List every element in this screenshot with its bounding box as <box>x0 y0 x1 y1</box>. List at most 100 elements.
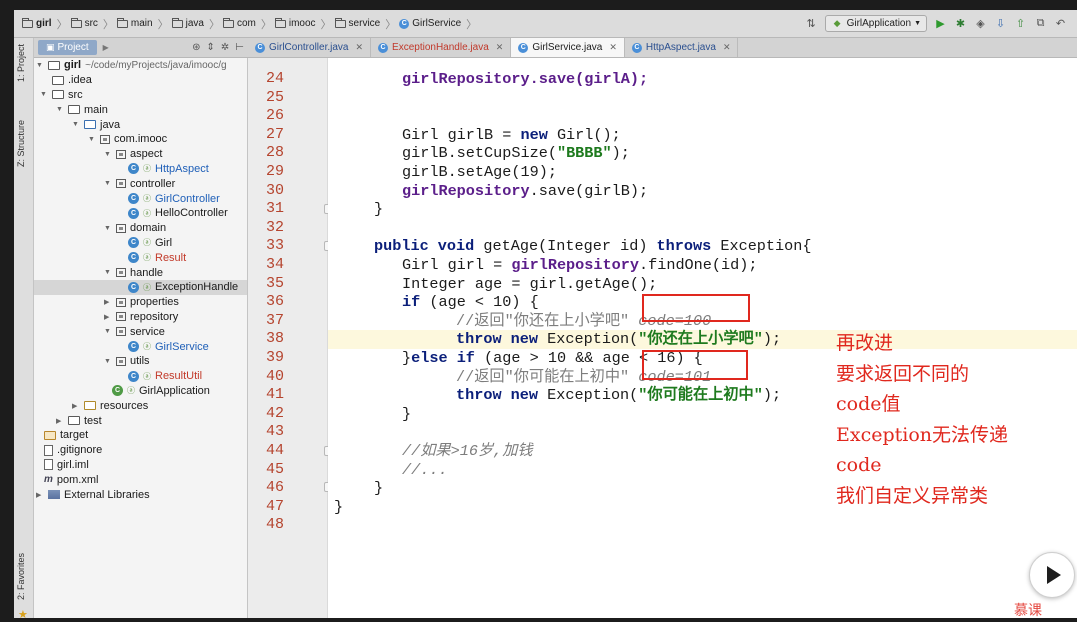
close-icon[interactable]: ✕ <box>496 42 504 53</box>
project-tool-tab[interactable]: 1: Project <box>16 44 26 82</box>
class-icon: C <box>518 42 529 53</box>
hide-icon[interactable]: ⊢ <box>235 42 244 53</box>
tree-item-com-imooc[interactable]: ▼ com.imooc <box>88 132 167 147</box>
code-line-35: Integer age = girl.getAge(); <box>402 274 658 293</box>
breadcrumb-item-main[interactable]: main <box>116 17 153 29</box>
tree-item-target[interactable]: target <box>44 428 88 443</box>
breadcrumb-item-java[interactable]: java <box>171 17 204 29</box>
lock-icon: ⓐ <box>143 208 151 218</box>
tree-item-resources[interactable]: ▶ resources <box>72 398 148 413</box>
line-number: 28 <box>266 144 285 162</box>
module-file-icon <box>44 459 53 471</box>
package-icon <box>222 17 234 28</box>
line-number: 42 <box>266 404 285 422</box>
breadcrumb-item-girlservice[interactable]: C GirlService <box>399 18 461 29</box>
annotation-line: 再改进 <box>836 332 894 354</box>
tree-item-utils[interactable]: ▼ utils <box>104 354 150 369</box>
coverage-icon[interactable]: ◈ <box>974 17 987 30</box>
code-line-38: throw new Exception("你还在上小学吧"); <box>456 330 782 349</box>
build-icon[interactable]: ⇅ <box>805 17 818 30</box>
annotation-line: code <box>836 454 882 477</box>
line-number: 45 <box>266 460 285 478</box>
vcs-commit-icon[interactable]: ⇧ <box>1014 17 1027 30</box>
project-view-select[interactable]: ▣ Project <box>38 40 97 55</box>
tree-item-main[interactable]: ▼ main <box>56 102 108 117</box>
tree-item-controller[interactable]: ▼ controller <box>104 176 175 191</box>
sync-icon[interactable]: ⊛ <box>192 42 200 53</box>
breadcrumb-item-com[interactable]: com <box>222 17 256 29</box>
package-icon <box>116 297 126 307</box>
project-panel-header: ▣ Project ▶ ⊛ ⇕ ✲ ⊢ <box>34 38 248 58</box>
folder-icon <box>171 17 183 28</box>
tree-item-aspect[interactable]: ▼ aspect <box>104 147 162 162</box>
vcs-compare-icon[interactable]: ⧉ <box>1034 17 1047 30</box>
debug-icon[interactable]: ✱ <box>954 17 967 30</box>
line-number: 39 <box>266 349 285 366</box>
tree-item-resultutil[interactable]: Cⓐ ResultUtil <box>128 369 202 384</box>
package-icon <box>274 17 286 28</box>
resources-folder-icon <box>84 401 96 411</box>
video-play-button[interactable] <box>1029 552 1075 598</box>
breadcrumb-item-src[interactable]: src <box>70 17 98 29</box>
lock-icon: ⓐ <box>143 194 151 204</box>
run-config-select[interactable]: ◆ GirlApplication ▼ <box>824 15 927 32</box>
lock-icon: ⓐ <box>143 282 151 292</box>
tree-item-girlcontroller[interactable]: Cⓐ GirlController <box>128 191 220 206</box>
lock-icon: ⓐ <box>143 253 151 263</box>
tab-exceptionhandle[interactable]: C ExceptionHandle.java ✕ <box>371 38 512 57</box>
revert-icon[interactable]: ↶ <box>1054 17 1067 30</box>
tree-item-properties[interactable]: ▶ properties <box>104 295 179 310</box>
tree-item-external-libraries[interactable]: ▶ External Libraries <box>36 487 150 502</box>
close-icon[interactable]: ✕ <box>355 42 363 53</box>
vcs-update-icon[interactable]: ⇩ <box>994 17 1007 30</box>
class-icon: C <box>255 42 265 53</box>
tree-item-java[interactable]: ▼ java <box>72 117 120 132</box>
tree-item-hellocontroller[interactable]: Cⓐ HelloController <box>128 206 228 221</box>
breadcrumb-item-imooc[interactable]: imooc <box>274 17 316 29</box>
gear-icon[interactable]: ✲ <box>221 42 229 53</box>
class-icon: C <box>128 252 139 264</box>
folder-icon <box>52 90 64 100</box>
tree-item-girl[interactable]: Cⓐ Girl <box>128 236 172 251</box>
tree-item-service[interactable]: ▼ service <box>104 324 165 339</box>
tree-item-pom-xml[interactable]: m pom.xml <box>44 472 98 487</box>
tree-item-gitignore[interactable]: .gitignore <box>44 443 102 458</box>
dropdown-arrow-icon[interactable]: ▶ <box>103 43 109 52</box>
close-icon[interactable]: ✕ <box>723 42 731 53</box>
tree-item-test[interactable]: ▶ test <box>56 413 102 428</box>
tree-item-exceptionhandle[interactable]: Cⓐ ExceptionHandle <box>34 280 247 295</box>
annotation-note: 再改进 要求返回不同的 code值 Exception无法传递 code 我们自… <box>836 328 1008 512</box>
lock-icon: ⓐ <box>143 342 151 352</box>
file-icon <box>44 444 53 456</box>
line-number: 32 <box>266 218 285 236</box>
tree-item-girlapplication[interactable]: Cⓐ GirlApplication <box>112 384 210 399</box>
lock-icon: ⓐ <box>143 238 151 248</box>
tree-item-src[interactable]: ▼ src <box>40 88 83 103</box>
favorites-tool-tab[interactable]: 2: Favorites <box>16 553 26 600</box>
tree-item-idea[interactable]: .idea <box>40 73 92 88</box>
watermark-logo: 慕课 <box>1014 602 1042 618</box>
run-icon[interactable]: ▶ <box>934 17 947 30</box>
editor-tabs: C GirlController.java ✕ C ExceptionHandle.j… <box>248 38 1077 58</box>
breadcrumb-item-service[interactable]: service <box>334 17 380 29</box>
tab-girlcontroller[interactable]: C GirlController.java ✕ <box>248 38 372 57</box>
class-icon: C <box>378 42 389 53</box>
tree-item-girlservice[interactable]: Cⓐ GirlService <box>128 339 209 354</box>
module-icon <box>48 60 60 70</box>
tab-httpaspect[interactable]: C HttpAspect.java ✕ <box>625 38 739 57</box>
tree-item-httpaspect[interactable]: Cⓐ HttpAspect <box>128 162 209 177</box>
breadcrumb-item-girl[interactable]: girl <box>22 17 52 29</box>
tab-girlservice[interactable]: C GirlService.java ✕ <box>511 38 625 57</box>
tree-item-domain[interactable]: ▼ domain <box>104 221 166 236</box>
structure-tool-tab[interactable]: Z: Structure <box>16 120 26 167</box>
tree-root[interactable]: ▼ girl ~/code/myProjects/java/imooc/g <box>36 58 227 73</box>
line-number: 26 <box>266 107 285 125</box>
collapse-icon[interactable]: ⇕ <box>207 42 215 53</box>
tree-item-result[interactable]: Cⓐ Result <box>128 250 186 265</box>
tree-item-handle[interactable]: ▼ handle <box>104 265 163 280</box>
tree-item-girl-iml[interactable]: girl.iml <box>44 458 89 473</box>
close-icon[interactable]: ✕ <box>609 42 617 53</box>
line-number: 47 <box>266 497 285 515</box>
class-icon: C <box>631 42 642 53</box>
tree-item-repository[interactable]: ▶ repository <box>104 310 178 325</box>
